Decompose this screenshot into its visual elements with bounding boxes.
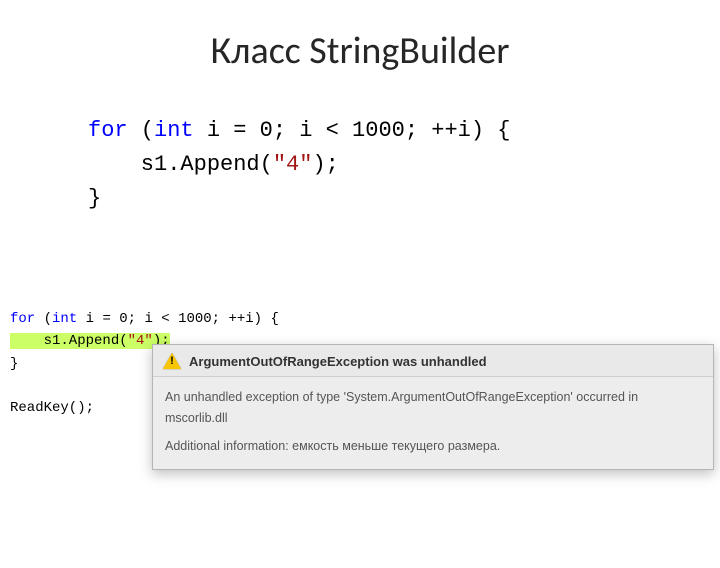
code-text: i = 0; i < 1000; ++i) {: [194, 118, 511, 143]
code-text: (: [35, 311, 52, 327]
exception-message: An unhandled exception of type 'System.A…: [165, 387, 701, 430]
keyword-int: int: [52, 311, 77, 327]
keyword-for: for: [88, 118, 128, 143]
code-text: s1.Append(: [10, 333, 128, 349]
slide-title: Класс StringBuilder: [0, 28, 720, 74]
code-text: s1.Append(: [88, 152, 273, 177]
breakpoint-highlight: s1.Append("4");: [10, 333, 170, 349]
exception-popup: ! ArgumentOutOfRangeException was unhand…: [152, 344, 714, 470]
code-snippet: for (int i = 0; i < 1000; ++i) { s1.Appe…: [88, 114, 720, 216]
code-line: for (int i = 0; i < 1000; ++i) {: [0, 308, 720, 330]
string-literal: "4": [273, 152, 313, 177]
exception-header: ! ArgumentOutOfRangeException was unhand…: [153, 345, 713, 377]
code-text: i = 0; i < 1000; ++i) {: [77, 311, 279, 327]
keyword-int: int: [154, 118, 194, 143]
exception-additional-info: Additional information: емкость меньше т…: [165, 436, 701, 457]
exception-body: An unhandled exception of type 'System.A…: [153, 377, 713, 469]
string-literal: "4": [128, 333, 153, 349]
warning-icon: !: [163, 352, 181, 370]
code-text: }: [88, 186, 101, 211]
code-text: (: [128, 118, 154, 143]
exception-title: ArgumentOutOfRangeException was unhandle…: [189, 354, 487, 369]
code-text: );: [312, 152, 338, 177]
keyword-for: for: [10, 311, 35, 327]
